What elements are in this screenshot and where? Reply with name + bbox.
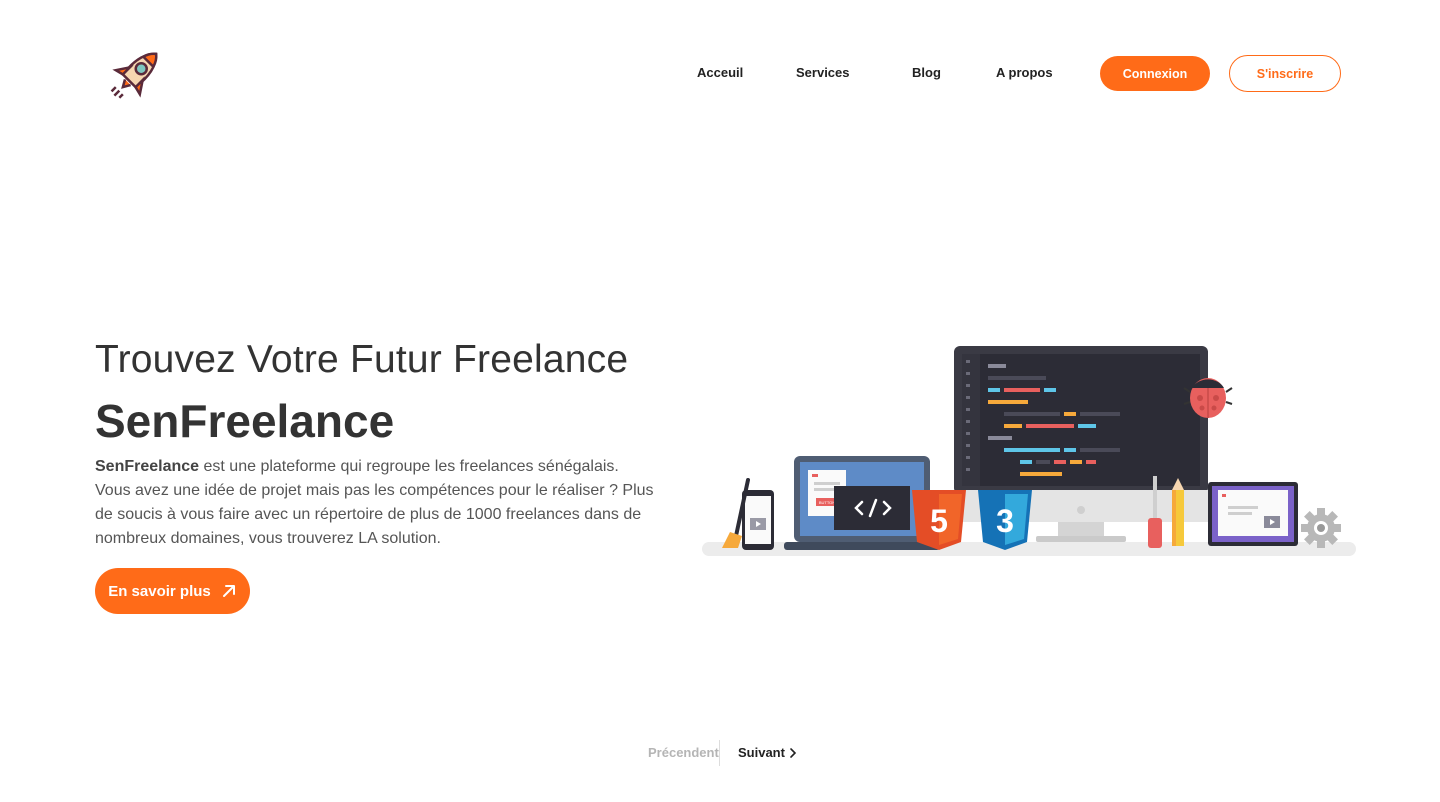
previous-button[interactable]: Précendent	[648, 745, 719, 760]
chevron-right-icon	[790, 747, 797, 758]
nav-link-blog[interactable]: Blog	[912, 65, 941, 80]
pagination: Précendent Suivant	[0, 740, 1440, 766]
hero-description-brand: SenFreelance	[95, 458, 200, 475]
hero-illustration: BUTTON 5 3	[700, 340, 1360, 560]
nav-link-acceuil[interactable]: Acceuil	[697, 65, 743, 80]
illustration-code-button-label: BUTTON	[819, 500, 835, 505]
learn-more-label: En savoir plus	[108, 582, 211, 600]
svg-text:3: 3	[996, 503, 1014, 539]
next-label: Suivant	[738, 745, 785, 760]
hero-description: SenFreelance est une plateforme qui regr…	[95, 455, 655, 551]
svg-text:5: 5	[930, 503, 948, 539]
arrow-up-right-icon	[222, 585, 235, 597]
main-nav: Acceuil Services Blog A propos Connexion…	[0, 55, 1440, 93]
signup-button[interactable]: S'inscrire	[1229, 55, 1341, 92]
learn-more-button[interactable]: En savoir plus	[95, 568, 250, 614]
login-button[interactable]: Connexion	[1100, 56, 1210, 91]
next-button[interactable]: Suivant	[738, 745, 797, 760]
nav-link-services[interactable]: Services	[796, 65, 850, 80]
pagination-divider	[719, 740, 720, 766]
gear-icon	[1301, 508, 1341, 548]
hero-title: SenFreelance	[95, 395, 395, 447]
nav-link-a-propos[interactable]: A propos	[996, 65, 1053, 80]
hero-subtitle: Trouvez Votre Futur Freelance	[95, 338, 629, 381]
